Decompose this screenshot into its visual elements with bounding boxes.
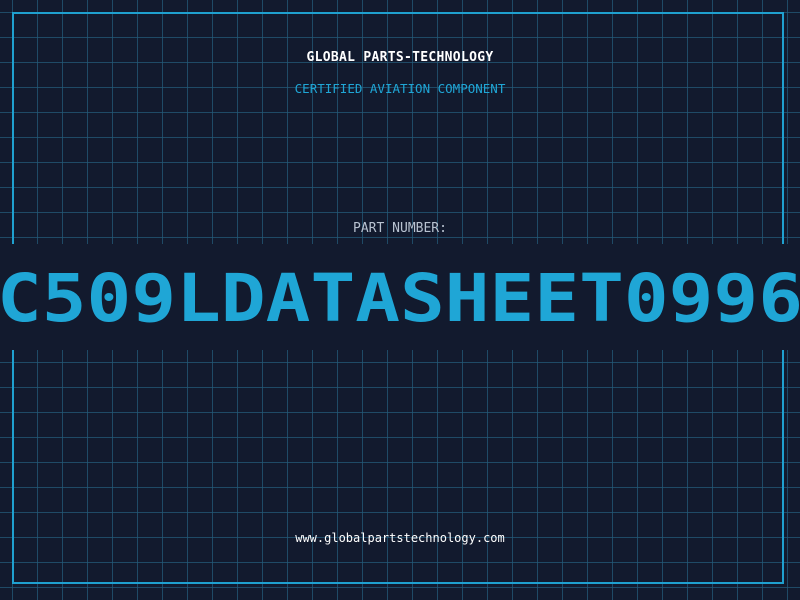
part-number-value: C509LDATASHEET0996 [0, 260, 800, 337]
website-url: www.globalpartstechnology.com [295, 531, 505, 545]
certification-subtitle: CERTIFIED AVIATION COMPONENT [294, 81, 506, 96]
part-number-label: PART NUMBER: [353, 221, 447, 236]
company-name: GLOBAL PARTS-TECHNOLOGY [306, 50, 494, 65]
datasheet-page: GLOBAL PARTS-TECHNOLOGY CERTIFIED AVIATI… [0, 0, 800, 600]
part-number-text: C509LDATASHEET0996 [0, 260, 800, 337]
